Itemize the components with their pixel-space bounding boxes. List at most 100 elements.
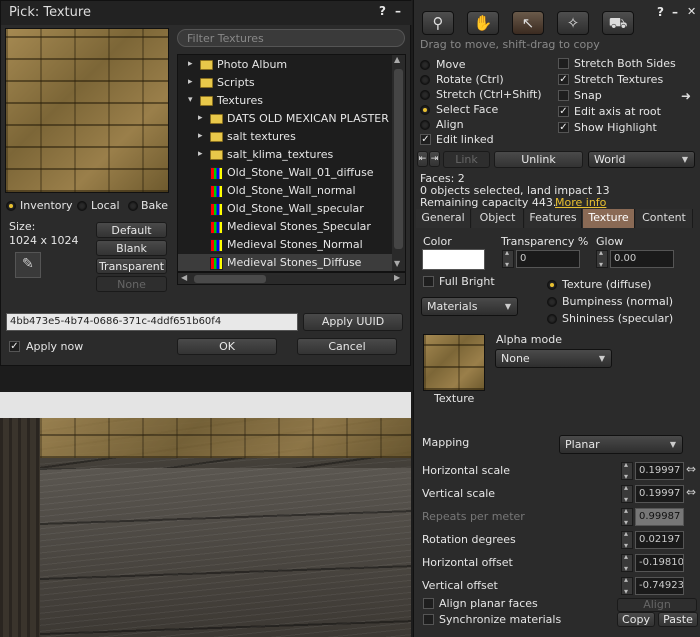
radio-bake[interactable] bbox=[128, 201, 138, 211]
build-minimize-button[interactable]: – bbox=[672, 5, 678, 19]
collapse-arrow-icon[interactable]: ▸ bbox=[198, 131, 203, 141]
scroll-up-icon[interactable]: ▲ bbox=[394, 55, 400, 64]
collapse-arrow-icon[interactable]: ▸ bbox=[188, 77, 193, 87]
stretch-option-checkbox[interactable] bbox=[558, 90, 569, 101]
tree-row[interactable]: ▾ Textures bbox=[178, 92, 392, 110]
flip-icon[interactable]: ⇔ bbox=[686, 462, 696, 476]
edit-option-radio[interactable] bbox=[420, 120, 430, 130]
grid-options-arrow-icon[interactable]: ➜ bbox=[681, 89, 691, 103]
flip-icon[interactable]: ⇔ bbox=[686, 485, 696, 499]
param-spinner[interactable] bbox=[621, 506, 633, 527]
glow-spinner[interactable] bbox=[596, 248, 608, 269]
param-spinner[interactable] bbox=[621, 575, 633, 596]
stretch-option-checkbox[interactable]: ✓ bbox=[558, 106, 569, 117]
collapse-arrow-icon[interactable]: ▸ bbox=[198, 149, 203, 159]
inventory-tree[interactable]: ▸ Photo Album ▸ Scripts ▾ Textures ▸ DATS OLD M… bbox=[177, 54, 406, 272]
tree-row[interactable]: ▸ DATS OLD MEXICAN PLASTER WALL bbox=[178, 110, 392, 128]
scroll-down-icon[interactable]: ▼ bbox=[394, 259, 400, 268]
param-spinner[interactable] bbox=[621, 529, 633, 550]
edit-option-radio[interactable] bbox=[420, 60, 430, 70]
tree-row[interactable]: ▸ salt textures bbox=[178, 128, 392, 146]
texture-swatch[interactable] bbox=[423, 334, 485, 391]
stretch-option-checkbox[interactable]: ✓ bbox=[558, 74, 569, 85]
map-type-radio[interactable] bbox=[547, 314, 557, 324]
minimize-button[interactable]: – bbox=[395, 4, 401, 18]
build-close-button[interactable]: ✕ bbox=[687, 5, 696, 18]
tab-content[interactable]: Content bbox=[636, 209, 693, 228]
transparency-spinner[interactable] bbox=[502, 248, 514, 269]
hscroll-right-icon[interactable]: ▶ bbox=[394, 273, 400, 282]
tree-row[interactable]: Old_Stone_Wall_01_diffuse bbox=[178, 164, 392, 182]
expand-arrow-icon[interactable]: ▾ bbox=[188, 95, 193, 105]
tab-features[interactable]: Features bbox=[525, 209, 582, 228]
tab-general[interactable]: General bbox=[416, 209, 471, 228]
color-swatch[interactable] bbox=[422, 249, 485, 270]
tree-row[interactable]: Medieval Stones_Normal bbox=[178, 236, 392, 254]
hand-tool-button[interactable]: ✋ bbox=[467, 11, 499, 35]
alpha-mode-combo[interactable]: None ▼ bbox=[495, 349, 612, 368]
edit-option-radio[interactable] bbox=[420, 90, 430, 100]
tree-hscrollbar[interactable]: ◀ ▶ bbox=[177, 272, 406, 285]
link-prev-button[interactable]: ⇤ bbox=[417, 151, 428, 167]
tree-scrollbar[interactable]: ▲ ▼ bbox=[392, 55, 405, 271]
param-spinner[interactable] bbox=[621, 552, 633, 573]
tree-row[interactable]: Old_Stone_Wall_specular bbox=[178, 200, 392, 218]
mapping-combo[interactable]: Planar ▼ bbox=[559, 435, 683, 454]
edit-option-radio[interactable] bbox=[420, 105, 430, 115]
more-info-link[interactable]: More info bbox=[555, 196, 606, 209]
link-button[interactable]: Link bbox=[443, 151, 490, 168]
transparent-button[interactable]: Transparent bbox=[96, 258, 167, 274]
param-field[interactable]: 0.02197 bbox=[635, 531, 684, 549]
param-field[interactable]: -0.74923 bbox=[635, 577, 684, 595]
magnify-tool-button[interactable]: ⚲ bbox=[422, 11, 454, 35]
default-button[interactable]: Default bbox=[96, 222, 167, 238]
eyedropper-button[interactable]: ✎ bbox=[15, 252, 41, 278]
map-type-radio[interactable] bbox=[547, 280, 557, 290]
collapse-arrow-icon[interactable]: ▸ bbox=[188, 59, 193, 69]
transparency-field[interactable]: 0 bbox=[516, 250, 580, 268]
param-field[interactable]: -0.19810 bbox=[635, 554, 684, 572]
radio-inventory[interactable] bbox=[6, 201, 16, 211]
stretch-option-checkbox[interactable]: ✓ bbox=[558, 122, 569, 133]
cancel-button[interactable]: Cancel bbox=[297, 338, 397, 355]
tab-object[interactable]: Object bbox=[472, 209, 524, 228]
param-field[interactable]: 0.19997 bbox=[635, 485, 684, 503]
wand-tool-button[interactable]: ✧ bbox=[557, 11, 589, 35]
stretch-option-checkbox[interactable] bbox=[558, 58, 569, 69]
build-help-button[interactable]: ? bbox=[657, 5, 664, 19]
uuid-field[interactable]: 4bb473e5-4b74-0686-371c-4ddf651b60f4 bbox=[6, 313, 298, 331]
apply-uuid-button[interactable]: Apply UUID bbox=[303, 313, 403, 331]
help-button[interactable]: ? bbox=[379, 4, 386, 18]
world-view[interactable] bbox=[0, 418, 411, 637]
tree-row[interactable]: Old_Stone_Wall_normal bbox=[178, 182, 392, 200]
hscroll-thumb[interactable] bbox=[194, 275, 266, 283]
collapse-arrow-icon[interactable]: ▸ bbox=[198, 113, 203, 123]
tree-row[interactable]: Medieval Stones_Diffuse bbox=[178, 254, 392, 271]
param-spinner[interactable] bbox=[621, 483, 633, 504]
radio-local[interactable] bbox=[77, 201, 87, 211]
sync-materials-checkbox[interactable] bbox=[423, 614, 434, 625]
tree-row[interactable]: Medieval Stones_Specular bbox=[178, 218, 392, 236]
filter-input[interactable]: Filter Textures bbox=[177, 29, 405, 47]
apply-now-checkbox[interactable]: ✓ bbox=[9, 341, 20, 352]
glow-field[interactable]: 0.00 bbox=[610, 250, 674, 268]
param-field[interactable]: 0.19997 bbox=[635, 462, 684, 480]
materials-combo[interactable]: Materials ▼ bbox=[421, 297, 518, 316]
bulldozer-tool-button[interactable]: ⛟ bbox=[602, 11, 634, 35]
tree-row[interactable]: ▸ Scripts bbox=[178, 74, 392, 92]
ruler-combo[interactable]: World ▼ bbox=[588, 151, 695, 168]
none-button[interactable]: None bbox=[96, 276, 167, 292]
param-field[interactable]: 0.99987 bbox=[635, 508, 684, 526]
unlink-button[interactable]: Unlink bbox=[494, 151, 583, 168]
paste-button[interactable]: Paste bbox=[658, 612, 698, 627]
blank-button[interactable]: Blank bbox=[96, 240, 167, 256]
map-type-radio[interactable] bbox=[547, 297, 557, 307]
tab-texture[interactable]: Texture bbox=[583, 209, 635, 228]
arrow-tool-button[interactable]: ↖ bbox=[512, 11, 544, 35]
align-button[interactable]: Align bbox=[617, 598, 697, 612]
ok-button[interactable]: OK bbox=[177, 338, 277, 355]
scroll-thumb[interactable] bbox=[394, 69, 403, 249]
link-next-button[interactable]: ⇥ bbox=[429, 151, 440, 167]
tree-row[interactable]: ▸ salt_klima_textures bbox=[178, 146, 392, 164]
param-spinner[interactable] bbox=[621, 460, 633, 481]
